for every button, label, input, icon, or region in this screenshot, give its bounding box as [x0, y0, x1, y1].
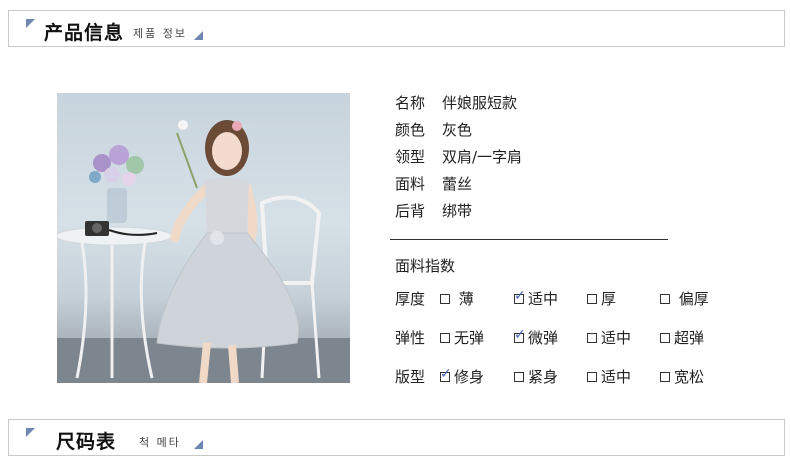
option-label: 适中: [601, 368, 632, 386]
checkbox-checked[interactable]: ✓: [514, 289, 526, 304]
product-info-list: 名称 伴娘服短款 颜色 灰色 领型 双肩/一字肩 面料 蕾丝 后背 绑带: [395, 90, 522, 225]
info-value: 蕾丝: [442, 175, 473, 193]
option-medium-stretch[interactable]: 适中: [587, 327, 631, 349]
checkbox[interactable]: [660, 293, 670, 304]
info-row-neckline: 领型 双肩/一字肩: [395, 144, 522, 171]
info-value: 绑带: [442, 202, 473, 220]
checkbox[interactable]: [587, 371, 597, 382]
info-row-color: 颜色 灰色: [395, 117, 522, 144]
size-chart-header: 尺码表 척 메타: [8, 419, 785, 456]
index-row-label: 弹性: [395, 329, 426, 347]
option-label: 适中: [528, 290, 559, 308]
option-no-stretch[interactable]: 无弹: [440, 327, 484, 349]
info-row-back: 后背 绑带: [395, 198, 522, 225]
checkmark-icon: ✓: [514, 326, 526, 343]
info-label: 领型: [395, 148, 426, 166]
option-label: 紧身: [528, 368, 559, 386]
fabric-index-title: 面料指数: [395, 257, 456, 275]
option-medium[interactable]: ✓ 适中: [514, 288, 558, 310]
option-label: 微弹: [528, 329, 559, 347]
checkbox[interactable]: [587, 293, 597, 304]
checkbox[interactable]: [514, 371, 524, 382]
option-slight-stretch[interactable]: ✓ 微弹: [514, 327, 558, 349]
corner-triangle-icon: [26, 428, 35, 437]
section-subtitle: 제품 정보: [133, 27, 187, 40]
info-label: 面料: [395, 175, 426, 193]
option-label: 修身: [454, 368, 485, 386]
option-label: 无弹: [454, 329, 485, 347]
option-loose[interactable]: 宽松: [660, 366, 704, 388]
option-tight[interactable]: 紧身: [514, 366, 558, 388]
checkmark-icon: ✓: [440, 365, 452, 382]
product-photo-illustration: [57, 120, 350, 383]
checkbox-checked[interactable]: ✓: [440, 367, 452, 382]
option-label: 薄: [458, 290, 474, 308]
option-thicker[interactable]: 偏厚: [660, 288, 709, 310]
option-regular[interactable]: 适中: [587, 366, 631, 388]
option-label: 厚: [601, 290, 617, 308]
divider: [390, 239, 668, 240]
option-thick[interactable]: 厚: [587, 288, 616, 310]
info-label: 名称: [395, 94, 426, 112]
option-slim[interactable]: ✓ 修身: [440, 366, 484, 388]
corner-triangle-icon: [26, 19, 35, 28]
option-label: 偏厚: [678, 290, 709, 308]
section-subtitle: 척 메타: [139, 436, 181, 449]
info-value: 双肩/一字肩: [442, 148, 523, 166]
info-label: 颜色: [395, 121, 426, 139]
product-info-header: 产品信息 제품 정보: [8, 10, 785, 47]
option-label: 超弹: [674, 329, 705, 347]
info-value: 伴娘服短款: [442, 94, 518, 112]
option-label: 宽松: [674, 368, 705, 386]
corner-triangle-icon: [194, 31, 203, 40]
index-row-label: 版型: [395, 368, 426, 386]
checkbox[interactable]: [660, 371, 670, 382]
corner-triangle-icon: [194, 440, 203, 449]
checkbox-checked[interactable]: ✓: [514, 328, 526, 343]
checkbox[interactable]: [660, 332, 670, 343]
info-value: 灰色: [442, 121, 473, 139]
option-thin[interactable]: 薄: [440, 288, 474, 310]
checkbox[interactable]: [587, 332, 597, 343]
product-photo: [57, 93, 350, 383]
option-label: 适中: [601, 329, 632, 347]
section-title: 尺码表: [56, 431, 117, 453]
flower-vase-icon: [89, 145, 144, 223]
checkbox[interactable]: [440, 332, 450, 343]
option-super-stretch[interactable]: 超弹: [660, 327, 704, 349]
section-title: 产品信息: [44, 22, 125, 44]
index-row-label: 厚度: [395, 290, 426, 308]
checkbox[interactable]: [440, 293, 450, 304]
info-label: 后背: [395, 202, 426, 220]
info-row-fabric: 面料 蕾丝: [395, 171, 522, 198]
checkmark-icon: ✓: [514, 287, 526, 304]
info-row-name: 名称 伴娘服短款: [395, 90, 522, 117]
